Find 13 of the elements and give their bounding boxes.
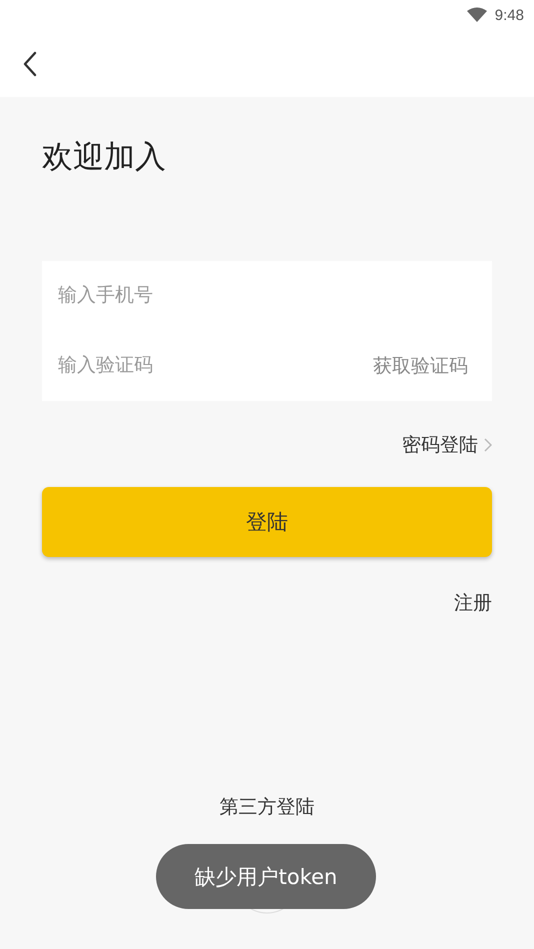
message-toast: 缺少用户token — [156, 844, 376, 909]
chevron-right-icon — [484, 438, 492, 452]
login-button[interactable]: 登陆 — [42, 487, 492, 557]
get-code-link[interactable]: 获取验证码 — [373, 353, 468, 379]
wifi-icon — [466, 7, 487, 23]
back-icon[interactable] — [23, 50, 37, 76]
code-field[interactable]: 输入验证码 — [58, 355, 373, 377]
password-login-link[interactable]: 密码登陆 — [402, 432, 478, 458]
phone-field[interactable]: 输入手机号 — [58, 285, 476, 307]
third-party-label: 第三方登陆 — [220, 795, 314, 820]
page-title: 欢迎加入 — [42, 138, 167, 177]
register-link[interactable]: 注册 — [454, 590, 492, 616]
status-time: 9:48 — [494, 6, 524, 24]
